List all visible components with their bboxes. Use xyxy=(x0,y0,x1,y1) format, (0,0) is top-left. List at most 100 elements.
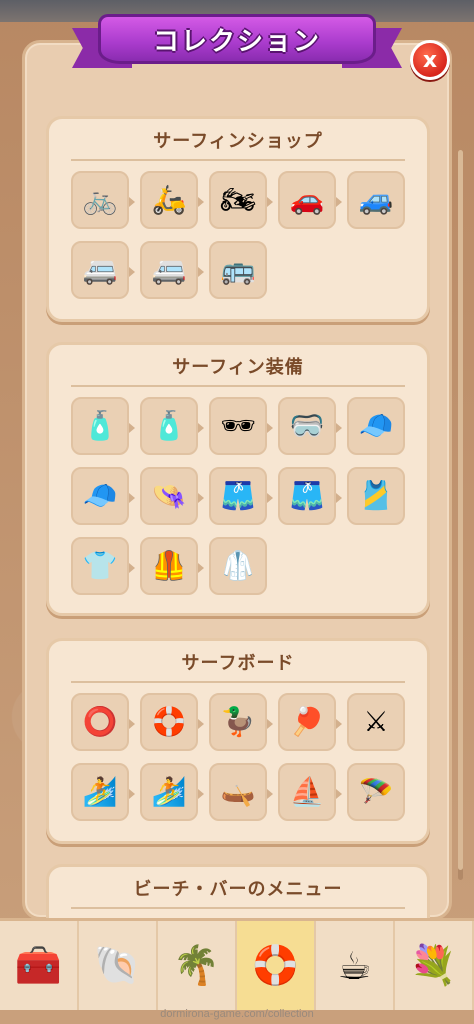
flower-bouquet-icon: 💐 xyxy=(409,943,458,987)
progression-arrow-icon xyxy=(267,197,273,207)
item-grid: 🚲 🛵 🏍 🚗 🚙 🚐 🚐 🚌 xyxy=(71,171,405,299)
windsurf-icon: ⛵ xyxy=(289,775,325,808)
surfboard-icon: 🏄 xyxy=(82,775,118,808)
item-grid: ⭕ 🛟 🦆 🏓 ⚔ 🏄 🏄 🛶 ⛵ 🪂 xyxy=(71,693,405,821)
collection-tile[interactable]: 🛶 xyxy=(209,763,273,821)
collection-tile[interactable]: 🥼 xyxy=(209,537,267,595)
progression-arrow-icon xyxy=(129,789,135,799)
sunglasses-icon: 🕶 xyxy=(220,409,256,442)
cap-icon: 🧢 xyxy=(82,479,118,512)
progression-arrow-icon xyxy=(267,493,273,503)
sunscreen-bottle-icon: 🧴 xyxy=(151,409,187,442)
progression-arrow-icon xyxy=(198,197,204,207)
item-grid: 🧴 🧴 🕶 🥽 🧢 🧢 👒 🩳 🩳 🎽 👕 🦺 🥼 xyxy=(71,397,405,595)
life-ring-icon: 🛟 xyxy=(151,705,187,738)
progression-arrow-icon xyxy=(198,563,204,573)
swim-ring-icon: ⭕ xyxy=(82,705,118,738)
bucket-hat-icon: 👒 xyxy=(151,479,187,512)
page-title: コレクション xyxy=(152,26,321,57)
tab-flower-bouquet[interactable]: 💐 xyxy=(395,921,474,1010)
progression-arrow-icon xyxy=(267,423,273,433)
collection-tile[interactable]: 🏓 xyxy=(278,693,342,751)
collection-tile[interactable]: 🚲 xyxy=(71,171,135,229)
t-shirt-icon: 👕 xyxy=(82,549,118,582)
collection-tile[interactable]: 🧢 xyxy=(71,467,135,525)
collection-tile[interactable]: 🧴 xyxy=(71,397,135,455)
collection-tile[interactable]: 🚐 xyxy=(71,241,135,299)
collection-tile[interactable]: 🦆 xyxy=(209,693,273,751)
crossed-paddles-icon: ⚔ xyxy=(363,705,389,738)
progression-arrow-icon xyxy=(129,197,135,207)
collection-tile[interactable]: 🥽 xyxy=(278,397,342,455)
collection-tile[interactable]: ⚔ xyxy=(347,693,405,751)
close-icon: x xyxy=(422,47,438,73)
collection-tile[interactable]: 🚙 xyxy=(347,171,405,229)
section-title: サーフボード xyxy=(181,653,295,674)
progression-arrow-icon xyxy=(336,493,342,503)
progression-arrow-icon xyxy=(198,789,204,799)
collection-tile[interactable]: 🚐 xyxy=(140,241,204,299)
collection-tile[interactable]: 🧴 xyxy=(140,397,204,455)
progression-arrow-icon xyxy=(198,719,204,729)
collection-tile[interactable]: 🚗 xyxy=(278,171,342,229)
collection-tile[interactable]: 🎽 xyxy=(347,467,405,525)
treasure-chest-icon: 🧰 xyxy=(14,943,63,987)
tab-palm-tree[interactable]: 🌴 xyxy=(158,921,237,1010)
board-shorts-icon: 🩳 xyxy=(289,479,325,512)
sidecar-surfboard-icon: 🏍 xyxy=(220,183,256,216)
section-surfboards: サーフボード ⭕ 🛟 🦆 🏓 ⚔ 🏄 🏄 🛶 ⛵ 🪂 xyxy=(46,638,430,844)
vest-wetsuit-icon: 🦺 xyxy=(151,549,187,582)
bicycle-surfboard-icon: 🚲 xyxy=(82,183,118,216)
progression-arrow-icon xyxy=(129,423,135,433)
visor-icon: 🧢 xyxy=(358,409,394,442)
jeep-surfboard-icon: 🚙 xyxy=(358,183,394,216)
collection-tile[interactable]: 🩳 xyxy=(209,467,273,525)
collection-tile[interactable]: 🏄 xyxy=(140,763,204,821)
tab-life-buoy[interactable]: 🛟 xyxy=(237,921,316,1010)
collection-tile[interactable]: 🛟 xyxy=(140,693,204,751)
progression-arrow-icon xyxy=(198,267,204,277)
coffee-cup-icon: ☕ xyxy=(337,943,372,988)
collection-tile[interactable]: 🏍 xyxy=(209,171,273,229)
collection-tile[interactable]: 🪂 xyxy=(347,763,405,821)
section-divider xyxy=(71,159,405,161)
collection-tile[interactable]: 🏄 xyxy=(71,763,135,821)
tab-treasure-chest[interactable]: 🧰 xyxy=(0,921,79,1010)
progression-arrow-icon xyxy=(267,789,273,799)
collection-tile[interactable]: ⛵ xyxy=(278,763,342,821)
progression-arrow-icon xyxy=(336,197,342,207)
collection-tile[interactable]: 🦺 xyxy=(140,537,204,595)
section-title: ビーチ・バーのメニュー xyxy=(133,879,343,900)
scrollbar-thumb[interactable] xyxy=(458,150,463,870)
section-title: サーフィンショップ xyxy=(153,131,323,152)
sport-glasses-icon: 🥽 xyxy=(289,409,325,442)
tab-seashell[interactable]: 🐚 xyxy=(79,921,158,1010)
minibus-surfboard-icon: 🚐 xyxy=(151,253,187,286)
collection-tile[interactable]: 🩳 xyxy=(278,467,342,525)
sunscreen-tube-icon: 🧴 xyxy=(82,409,118,442)
collection-tile[interactable]: 🛵 xyxy=(140,171,204,229)
camper-van-surfboard-icon: 🚌 xyxy=(220,253,256,286)
car-surfboard-icon: 🚗 xyxy=(289,183,325,216)
banner-ribbon: コレクション xyxy=(98,14,376,64)
collection-tile[interactable]: 🕶 xyxy=(209,397,273,455)
collection-tile[interactable]: ⭕ xyxy=(71,693,135,751)
close-button[interactable]: x xyxy=(410,40,450,80)
scrollbar[interactable] xyxy=(458,150,463,880)
progression-arrow-icon xyxy=(336,789,342,799)
progression-arrow-icon xyxy=(336,423,342,433)
footer-watermark: dormirona-game.com/collection xyxy=(160,1008,314,1020)
tab-coffee-cup[interactable]: ☕ xyxy=(316,921,395,1010)
collection-tile[interactable]: 👒 xyxy=(140,467,204,525)
palm-tree-icon: 🌴 xyxy=(172,943,221,987)
progression-arrow-icon xyxy=(336,719,342,729)
section-surfing-equipment: サーフィン装備 🧴 🧴 🕶 🥽 🧢 🧢 👒 🩳 🩳 🎽 👕 🦺 🥼 xyxy=(46,342,430,616)
progression-arrow-icon xyxy=(129,493,135,503)
collection-tile[interactable]: 👕 xyxy=(71,537,135,595)
collection-tile[interactable]: 🧢 xyxy=(347,397,405,455)
van-surfboard-icon: 🚐 xyxy=(82,253,118,286)
progression-arrow-icon xyxy=(198,423,204,433)
paddle-icon: 🏓 xyxy=(289,705,325,738)
kitesurf-icon: 🪂 xyxy=(358,775,394,808)
collection-tile[interactable]: 🚌 xyxy=(209,241,267,299)
